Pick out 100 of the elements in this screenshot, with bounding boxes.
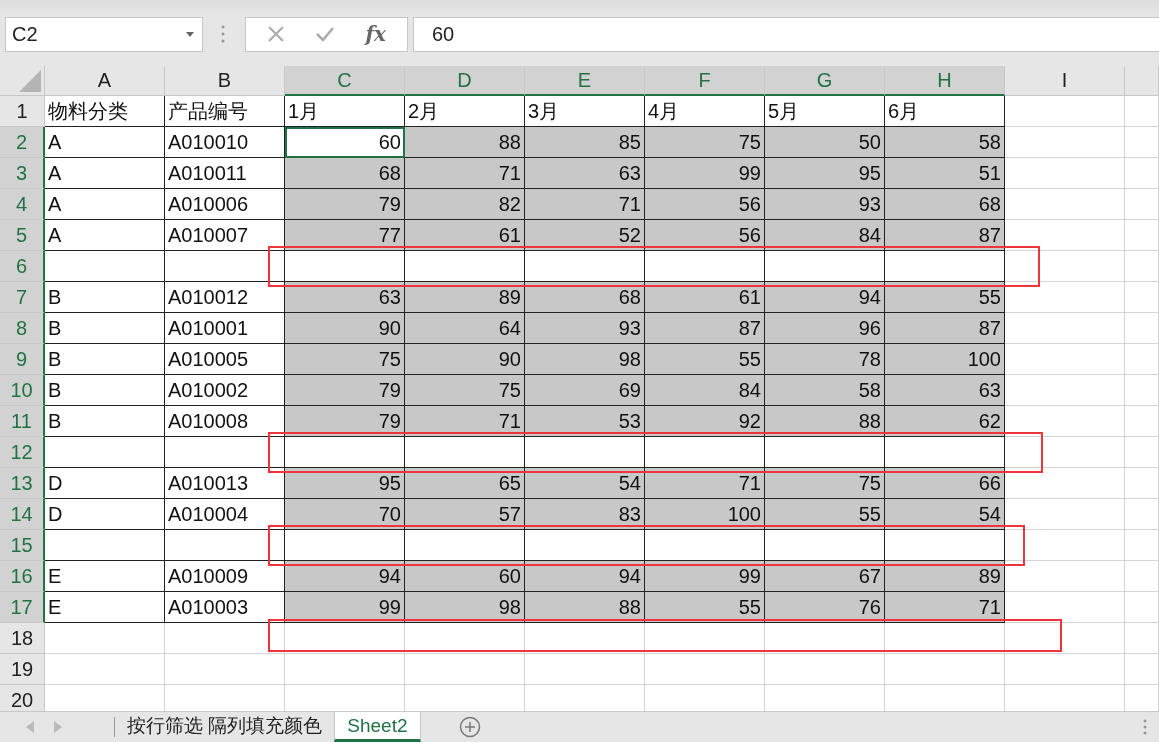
table-cell: 2月	[405, 96, 525, 127]
row-header[interactable]: 13	[0, 468, 45, 499]
column-header[interactable]: F	[645, 66, 765, 96]
row-header[interactable]: 19	[0, 654, 45, 685]
table-cell: A	[45, 158, 165, 189]
table-cell: 95	[765, 158, 885, 189]
table-cell: 78	[765, 344, 885, 375]
drag-handle-icon[interactable]	[221, 24, 225, 44]
table-cell: 58	[765, 375, 885, 406]
table-cell: 55	[645, 592, 765, 623]
table-cell: 75	[645, 127, 765, 158]
column-header[interactable]: E	[525, 66, 645, 96]
table-cell: A010012	[165, 282, 285, 313]
table-cell: 71	[645, 468, 765, 499]
table-cell: A010004	[165, 499, 285, 530]
insert-function-button[interactable]: fx	[365, 22, 386, 46]
table-cell: 93	[765, 189, 885, 220]
column-header[interactable]: I	[1005, 66, 1125, 96]
row-header[interactable]: 1	[0, 96, 45, 127]
table-cell: 99	[645, 158, 765, 189]
table-cell: 79	[285, 375, 405, 406]
row-header[interactable]: 6	[0, 251, 45, 282]
table-cell: E	[45, 561, 165, 592]
row-header[interactable]: 7	[0, 282, 45, 313]
column-header[interactable]: A	[45, 66, 165, 96]
table-cell: 55	[885, 282, 1005, 313]
table-cell: 52	[525, 220, 645, 251]
dropdown-caret-icon[interactable]	[186, 31, 194, 37]
table-cell: A010002	[165, 375, 285, 406]
row-header[interactable]: 16	[0, 561, 45, 592]
table-cell: 3月	[525, 96, 645, 127]
table-cell: 92	[645, 406, 765, 437]
scroll-right-icon[interactable]	[54, 721, 62, 733]
column-header[interactable]: H	[885, 66, 1005, 96]
table-cell: 产品编号	[165, 96, 285, 127]
table-cell: 60	[405, 561, 525, 592]
column-header[interactable]: D	[405, 66, 525, 96]
cancel-icon[interactable]	[267, 25, 286, 43]
table-cell: 84	[645, 375, 765, 406]
column-header[interactable]: G	[765, 66, 885, 96]
row-header[interactable]: 11	[0, 406, 45, 437]
table-cell: 85	[525, 127, 645, 158]
table-cell: 95	[285, 468, 405, 499]
table-cell: B	[45, 375, 165, 406]
row-header[interactable]: 20	[0, 685, 45, 711]
table-cell: 94	[765, 282, 885, 313]
table-cell: 60	[285, 127, 405, 158]
table-cell: 75	[765, 468, 885, 499]
table-cell: A010005	[165, 344, 285, 375]
table-cell: 93	[525, 313, 645, 344]
drag-handle-icon[interactable]	[1143, 719, 1147, 735]
table-cell: 68	[885, 189, 1005, 220]
table-cell: 76	[765, 592, 885, 623]
table-cell: 67	[765, 561, 885, 592]
table-cell: 69	[525, 375, 645, 406]
column-header[interactable]: C	[285, 66, 405, 96]
row-header[interactable]: 15	[0, 530, 45, 561]
table-cell: 88	[405, 127, 525, 158]
table-cell: 89	[885, 561, 1005, 592]
row-header[interactable]: 14	[0, 499, 45, 530]
table-cell: 98	[525, 344, 645, 375]
table-cell: 77	[285, 220, 405, 251]
cell-reference: C2	[12, 22, 38, 46]
table-cell: 89	[405, 282, 525, 313]
table-cell: 83	[525, 499, 645, 530]
table-cell: 4月	[645, 96, 765, 127]
row-header[interactable]: 12	[0, 437, 45, 468]
table-cell: A010009	[165, 561, 285, 592]
column-header[interactable]	[1125, 66, 1159, 96]
row-header[interactable]: 9	[0, 344, 45, 375]
row-header[interactable]: 10	[0, 375, 45, 406]
table-cell: 50	[765, 127, 885, 158]
table-cell: 94	[525, 561, 645, 592]
row-header[interactable]: 17	[0, 592, 45, 623]
row-header[interactable]: 3	[0, 158, 45, 189]
row-header[interactable]: 2	[0, 127, 45, 158]
scroll-left-icon[interactable]	[26, 721, 34, 733]
table-cell: 87	[885, 313, 1005, 344]
table-cell: 100	[885, 344, 1005, 375]
name-box[interactable]: C2	[5, 16, 203, 52]
table-cell: 64	[405, 313, 525, 344]
table-cell: 94	[285, 561, 405, 592]
table-cell: 53	[525, 406, 645, 437]
sheet-tab[interactable]: 按行筛选 隔列填充颜色	[115, 712, 335, 742]
triangle-icon[interactable]	[19, 70, 41, 92]
table-cell: 54	[885, 499, 1005, 530]
table-cell: B	[45, 313, 165, 344]
column-header[interactable]: B	[165, 66, 285, 96]
sheet-tab[interactable]: Sheet2	[334, 712, 421, 742]
row-header[interactable]: 8	[0, 313, 45, 344]
table-cell: 56	[645, 220, 765, 251]
row-header[interactable]: 4	[0, 189, 45, 220]
table-cell: 87	[645, 313, 765, 344]
row-header[interactable]: 5	[0, 220, 45, 251]
table-cell: 5月	[765, 96, 885, 127]
row-header[interactable]: 18	[0, 623, 45, 654]
formula-field[interactable]: 60	[413, 16, 1159, 52]
add-sheet-icon[interactable]	[458, 716, 481, 738]
table-cell: 68	[525, 282, 645, 313]
check-icon[interactable]	[315, 26, 336, 42]
